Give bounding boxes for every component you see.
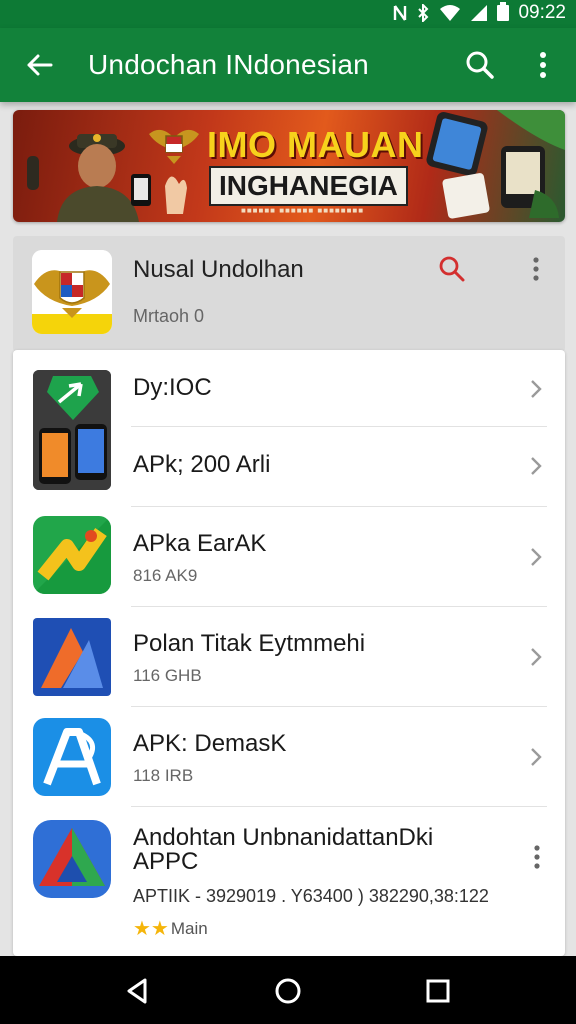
list-item[interactable]: Polan Titak Eytmmehi 116 GHB bbox=[13, 606, 565, 706]
tri-color-triangle-icon bbox=[33, 820, 111, 898]
status-time: 09:22 bbox=[518, 2, 566, 23]
garuda-shield-icon bbox=[32, 250, 112, 334]
rating-stars: ★★ bbox=[133, 918, 169, 940]
featured-app-card[interactable]: Nusal Undolhan Mrtaoh 0 bbox=[13, 236, 565, 352]
chevron-right-icon bbox=[531, 457, 542, 475]
app-bar: Undochan INdonesian bbox=[0, 28, 576, 102]
a-letter-logo-icon bbox=[33, 718, 111, 796]
page-title: Undochan INdonesian bbox=[88, 49, 369, 80]
chevron-right-icon bbox=[531, 648, 542, 666]
chevron-right-icon bbox=[531, 548, 542, 566]
garuda-emblem-icon bbox=[149, 129, 199, 164]
list-item[interactable]: APk; 200 Arli bbox=[13, 426, 565, 506]
banner-subheadline: INGHANEGIA bbox=[209, 166, 408, 206]
app-title: Andohtan UnbnanidattanDki APPC bbox=[133, 824, 434, 875]
app-title: Dy:IOC bbox=[133, 374, 212, 401]
app-icon-apk-demask bbox=[33, 718, 111, 796]
back-button[interactable] bbox=[22, 48, 56, 82]
list-item[interactable]: Dy:IOC bbox=[13, 350, 565, 426]
rating-label: Main bbox=[170, 918, 208, 938]
app-subtitle: APTIIK - 3929019 . Y63400 ) 382290,38:12… bbox=[133, 886, 489, 906]
app-subtitle: 816 AK9 bbox=[133, 566, 198, 585]
app-icon-polan bbox=[33, 618, 111, 696]
triangle-logo-icon bbox=[33, 618, 111, 696]
banner-fineprint: ■■■■■■ ■■■■■■ ■■■■■■■■ bbox=[241, 206, 365, 215]
more-vert-icon[interactable] bbox=[529, 842, 545, 872]
list-item[interactable]: Andohtan UnbnanidattanDki APPC APTIIK - … bbox=[13, 806, 565, 956]
app-list: Dy:IOC APk; 200 Arli APka EarAK 816 AK9 bbox=[13, 350, 565, 956]
list-item[interactable]: APka EarAK 816 AK9 bbox=[13, 506, 565, 606]
list-item[interactable]: APK: DemasK 118 IRB bbox=[13, 706, 565, 806]
app-title: APk; 200 Arli bbox=[133, 451, 271, 478]
search-button[interactable] bbox=[462, 47, 498, 83]
app-icon-apka-earak bbox=[33, 516, 111, 594]
system-nav-bar bbox=[0, 956, 576, 1024]
search-icon bbox=[439, 256, 465, 282]
back-triangle-icon[interactable] bbox=[121, 974, 155, 1008]
search-icon bbox=[466, 51, 494, 79]
signal-icon bbox=[471, 5, 488, 21]
app-title: Polan Titak Eytmmehi bbox=[133, 630, 366, 657]
featured-app-icon bbox=[32, 250, 112, 334]
chevron-right-icon bbox=[531, 380, 542, 398]
banner-headline: IMO MAUAN bbox=[207, 124, 424, 165]
app-title: APka EarAK bbox=[133, 530, 267, 557]
app-subtitle: 116 GHB bbox=[133, 666, 202, 685]
rating: ★★ Main bbox=[133, 916, 208, 941]
app-title: APK: DemasK bbox=[133, 730, 287, 757]
app-subtitle: 118 IRB bbox=[133, 766, 194, 785]
bluetooth-icon bbox=[418, 4, 429, 22]
status-bar: 09:22 bbox=[0, 0, 576, 28]
phones-illustration bbox=[426, 110, 565, 219]
more-vert-icon bbox=[533, 257, 539, 281]
arrow-left-icon bbox=[27, 54, 53, 76]
more-vert-icon bbox=[540, 52, 546, 78]
featured-app-subtitle: Mrtaoh 0 bbox=[133, 306, 205, 326]
overflow-menu-button[interactable] bbox=[528, 47, 558, 83]
home-circle-icon[interactable] bbox=[271, 974, 305, 1008]
featured-app-name: Nusal Undolhan bbox=[133, 256, 304, 283]
app-icon-andohtan bbox=[33, 820, 111, 898]
battery-icon bbox=[497, 2, 510, 21]
chevron-right-icon bbox=[531, 748, 542, 766]
featured-overflow-button[interactable] bbox=[528, 254, 544, 284]
green-n-logo-icon bbox=[33, 516, 111, 594]
recents-square-icon[interactable] bbox=[421, 974, 455, 1008]
wifi-icon bbox=[440, 5, 461, 21]
featured-search-button[interactable] bbox=[437, 254, 467, 284]
promo-banner[interactable]: IMO MAUAN INGHANEGIA ■■■■■■ ■■■■■■ ■■■■■… bbox=[13, 110, 565, 222]
nfc-icon bbox=[394, 5, 407, 21]
